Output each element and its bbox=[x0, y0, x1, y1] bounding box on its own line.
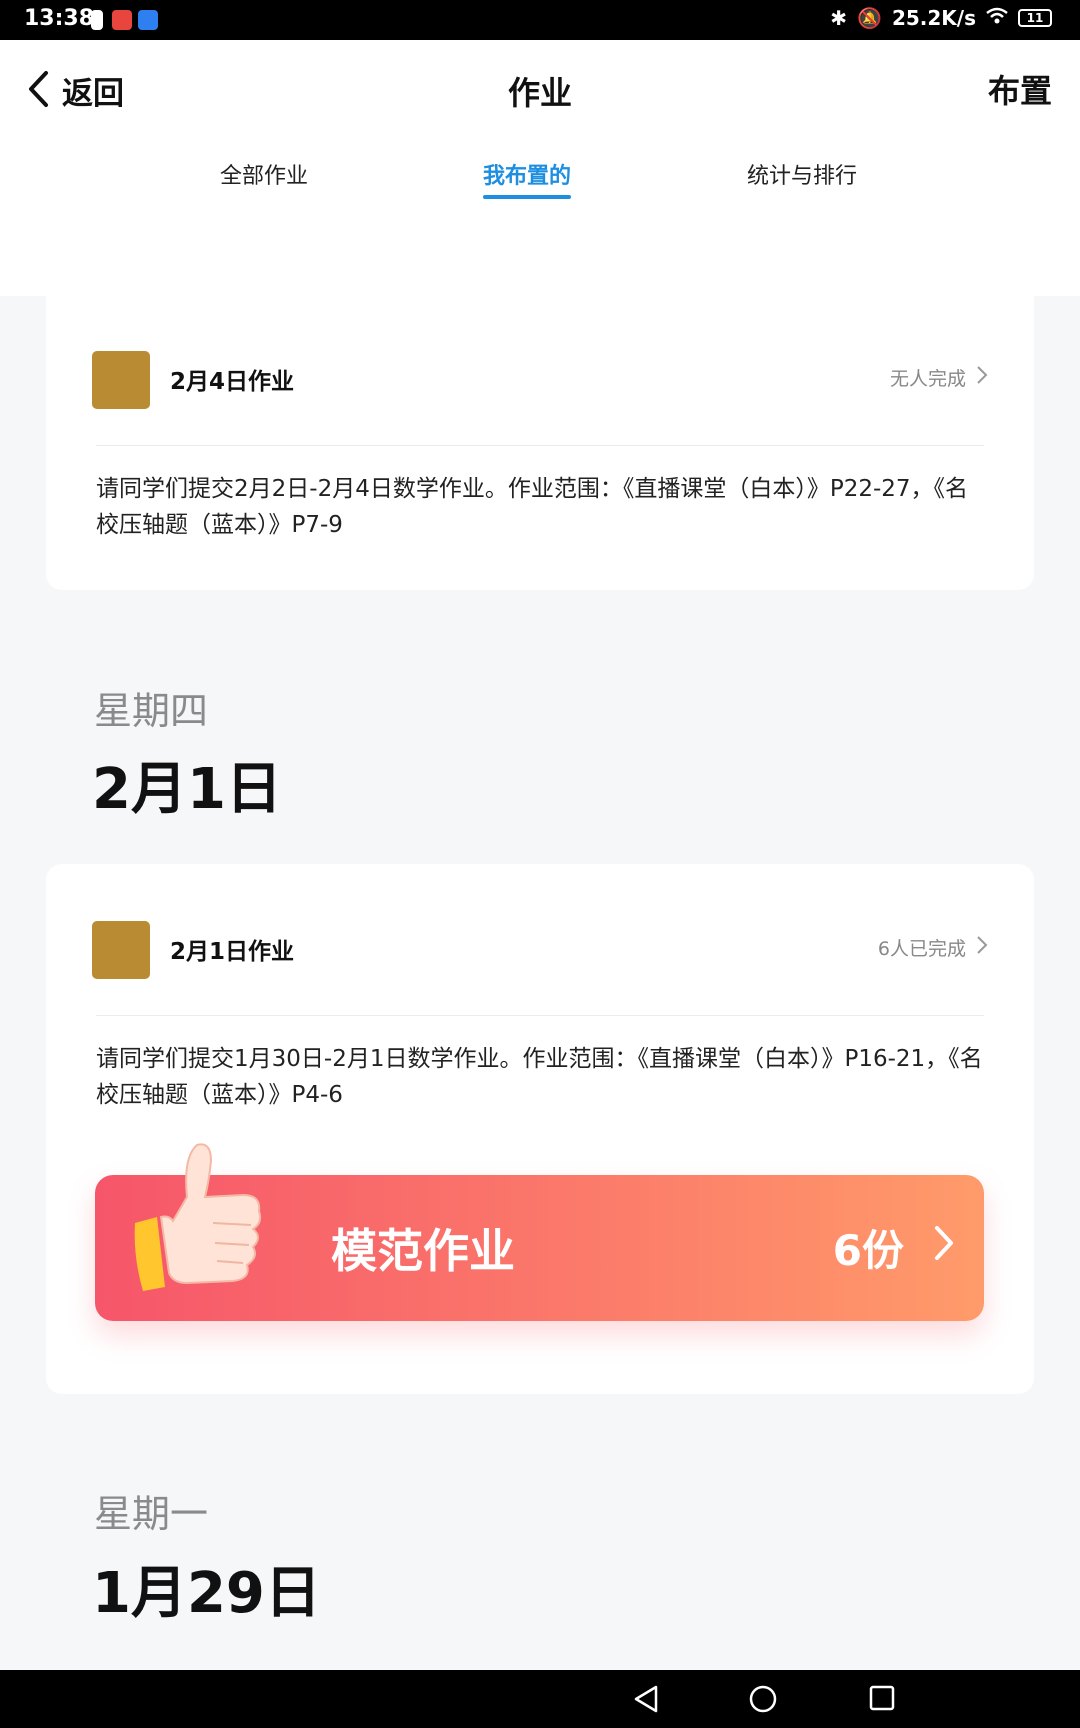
bluetooth-icon: ✱ bbox=[830, 6, 848, 30]
chevron-right-icon bbox=[976, 935, 988, 960]
assign-button[interactable]: 布置 bbox=[988, 66, 1052, 112]
homework-title: 2月1日作业 bbox=[170, 939, 295, 965]
system-nav-bar bbox=[0, 1670, 1080, 1728]
homework-description: 请同学们提交2月2日-2月4日数学作业。作业范围：《直播课堂（白本）》P22-2… bbox=[96, 476, 969, 538]
avatar bbox=[92, 351, 150, 409]
battery-icon: 11 bbox=[1018, 9, 1052, 27]
tab-label: 我布置的 bbox=[483, 164, 572, 189]
status-bar: 13:38 ✱ 🔕 25.2K/s 11 bbox=[0, 0, 1080, 40]
avatar bbox=[92, 921, 150, 979]
homework-description: 请同学们提交1月30日-2月1日数学作业。作业范围：《直播课堂（白本）》P16-… bbox=[96, 1046, 983, 1108]
status-time: 13:38 bbox=[24, 6, 95, 31]
model-homework-count: 6份 bbox=[832, 1226, 904, 1275]
date-heading: 1月29日 bbox=[92, 1561, 321, 1626]
thumbs-up-icon bbox=[125, 1137, 285, 1311]
nav-back-icon[interactable] bbox=[632, 1684, 660, 1718]
chevron-right-icon bbox=[934, 1225, 954, 1265]
page-title: 作业 bbox=[507, 74, 572, 112]
status-right: ✱ 🔕 25.2K/s 11 bbox=[830, 6, 1052, 30]
chevron-right-icon bbox=[976, 365, 988, 390]
model-homework-button[interactable]: 模范作业 6份 bbox=[95, 1143, 984, 1321]
alert-notification-icon bbox=[91, 10, 103, 30]
homework-title: 2月4日作业 bbox=[170, 369, 295, 395]
wifi-icon bbox=[986, 6, 1008, 30]
tab-all-homework[interactable]: 全部作业 bbox=[220, 158, 308, 190]
weekday-label: 星期四 bbox=[94, 689, 209, 733]
nav-recents-icon[interactable] bbox=[868, 1684, 896, 1716]
tab-label: 全部作业 bbox=[220, 164, 309, 189]
completion-status[interactable]: 6人已完成 bbox=[878, 934, 988, 961]
nav-home-icon[interactable] bbox=[748, 1684, 778, 1718]
divider bbox=[96, 445, 984, 446]
app-notification-icon bbox=[138, 10, 158, 30]
app-notification-icon bbox=[112, 10, 132, 30]
tab-label: 统计与排行 bbox=[747, 164, 858, 189]
tab-stats-ranking[interactable]: 统计与排行 bbox=[747, 158, 857, 190]
active-tab-indicator bbox=[483, 195, 572, 199]
completion-status[interactable]: 无人完成 bbox=[890, 364, 988, 391]
divider bbox=[96, 1015, 984, 1016]
completion-text: 6人已完成 bbox=[877, 938, 966, 960]
network-speed: 25.2K/s bbox=[891, 6, 976, 30]
homework-card[interactable]: 2月1日作业 6人已完成 请同学们提交1月30日-2月1日数学作业。作业范围：《… bbox=[46, 864, 1034, 1394]
date-heading: 2月1日 bbox=[92, 757, 282, 822]
completion-text: 无人完成 bbox=[889, 368, 966, 390]
app-header: 返回 作业 布置 全部作业 我布置的 统计与排行 bbox=[0, 40, 1080, 296]
weekday-label: 星期一 bbox=[94, 1492, 209, 1536]
mute-icon: 🔕 bbox=[857, 6, 882, 30]
homework-card[interactable]: 2月4日作业 无人完成 请同学们提交2月2日-2月4日数学作业。作业范围：《直播… bbox=[46, 296, 1034, 590]
model-homework-label: 模范作业 bbox=[331, 1224, 515, 1278]
tab-assigned-by-me[interactable]: 我布置的 bbox=[483, 158, 572, 199]
